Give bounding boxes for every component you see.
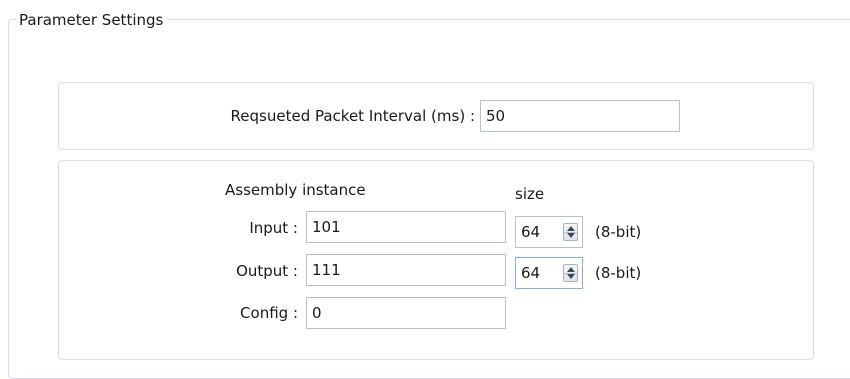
spin-up-icon[interactable] bbox=[567, 226, 575, 231]
output-size-spinner[interactable]: 64 bbox=[515, 257, 583, 289]
input-size-value: 64 bbox=[521, 223, 541, 241]
assembly-instance-header: Assembly instance bbox=[225, 181, 366, 199]
output-size-unit: (8-bit) bbox=[595, 264, 642, 282]
input-size-spinner[interactable]: 64 bbox=[515, 216, 583, 248]
rpi-input[interactable]: 50 bbox=[480, 100, 680, 132]
spin-down-icon[interactable] bbox=[567, 274, 575, 279]
parameter-settings-window: Parameter Settings Reqsueted Packet Inte… bbox=[0, 0, 850, 379]
rpi-label: Reqsueted Packet Interval (ms) : bbox=[230, 107, 475, 125]
config-instance-field[interactable]: 0 bbox=[306, 297, 506, 329]
input-size-spin-buttons[interactable] bbox=[563, 223, 578, 241]
output-label: Output : bbox=[236, 262, 298, 280]
input-label: Input : bbox=[249, 219, 298, 237]
output-size-spin-buttons[interactable] bbox=[563, 264, 578, 282]
output-instance-field[interactable]: 111 bbox=[306, 254, 506, 286]
spin-up-icon[interactable] bbox=[567, 267, 575, 272]
size-header: size bbox=[515, 185, 545, 203]
input-size-unit: (8-bit) bbox=[595, 223, 642, 241]
spin-down-icon[interactable] bbox=[567, 233, 575, 238]
parameter-settings-title: Parameter Settings bbox=[16, 10, 168, 30]
config-label: Config : bbox=[240, 304, 298, 322]
input-instance-field[interactable]: 101 bbox=[306, 211, 506, 243]
output-size-value: 64 bbox=[521, 264, 541, 282]
